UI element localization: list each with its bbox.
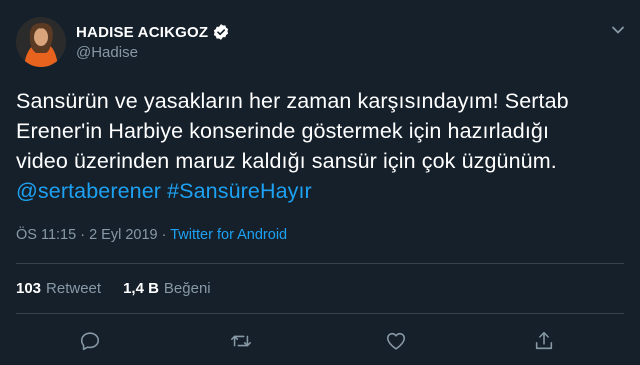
like-count-value: 1,4 B: [123, 280, 159, 297]
like-icon[interactable]: [385, 330, 407, 352]
verified-badge-icon: [212, 23, 230, 41]
reply-icon[interactable]: [79, 330, 101, 352]
tweet-text-line: video üzerinden maruz kaldığı sansür içi…: [16, 149, 557, 173]
tweet-card: HADISE ACIKGOZ @Hadise Sansürün ve yasak…: [0, 0, 640, 365]
tweet-stats: 103 Retweet 1,4 B Beğeni: [16, 280, 211, 297]
meta-separator: ·: [157, 227, 171, 243]
retweet-count-value: 103: [16, 280, 42, 297]
avatar[interactable]: [16, 17, 66, 67]
display-name[interactable]: HADISE ACIKGOZ: [76, 24, 208, 41]
tweet-text: Sansürün ve yasakların her zaman karşısı…: [16, 86, 626, 206]
tweet-meta: ÖS 11:15 · 2 Eyl 2019 · Twitter for Andr…: [16, 227, 287, 243]
tweet-actions: [0, 328, 640, 356]
tweet-time[interactable]: ÖS 11:15: [16, 227, 76, 243]
like-count-label: Beğeni: [163, 280, 211, 297]
mention-link[interactable]: @sertaberener: [16, 179, 161, 203]
retweet-count-label: Retweet: [46, 280, 102, 297]
meta-separator: ·: [76, 227, 90, 243]
display-name-row: HADISE ACIKGOZ: [76, 23, 230, 41]
avatar-image: [16, 17, 66, 67]
like-count[interactable]: 1,4 B Beğeni: [123, 280, 211, 297]
divider: [16, 263, 624, 264]
tweet-header: HADISE ACIKGOZ @Hadise: [16, 12, 230, 72]
tweet-links-line: @sertaberener #SansüreHayır: [16, 176, 626, 206]
retweet-icon[interactable]: [230, 330, 252, 352]
tweet-text-line: Erener'in Harbiye konserinde göstermek i…: [16, 119, 550, 143]
name-block: HADISE ACIKGOZ @Hadise: [76, 23, 230, 61]
tweet-source-link[interactable]: Twitter for Android: [170, 227, 287, 243]
share-icon[interactable]: [533, 330, 555, 352]
chevron-down-icon[interactable]: [610, 22, 626, 38]
hashtag-link[interactable]: #SansüreHayır: [167, 179, 312, 203]
tweet-text-line: Sansürün ve yasakların her zaman karşısı…: [16, 89, 569, 113]
tweet-date[interactable]: 2 Eyl 2019: [89, 227, 158, 243]
retweet-count[interactable]: 103 Retweet: [16, 280, 101, 297]
divider: [16, 313, 624, 314]
user-handle[interactable]: @Hadise: [76, 44, 230, 61]
